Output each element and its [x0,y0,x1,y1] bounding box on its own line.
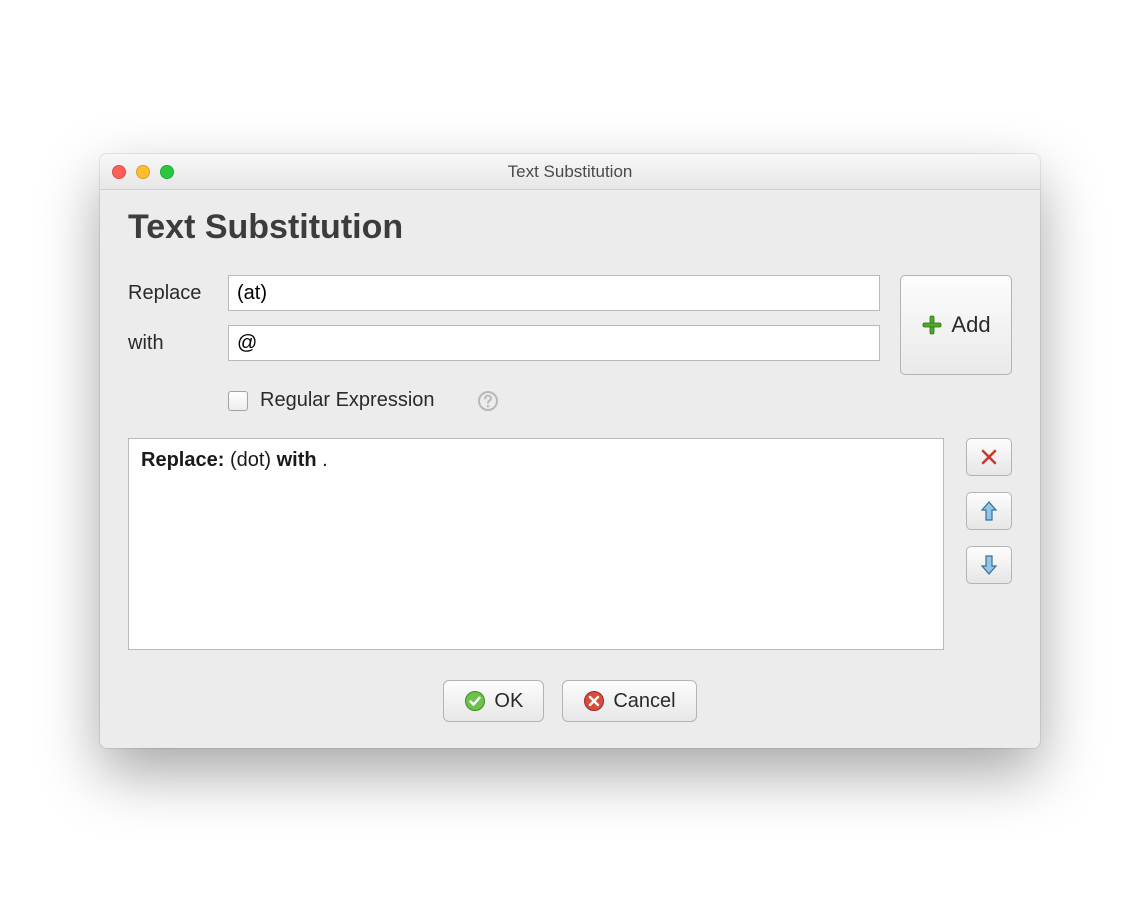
input-fields: Replace with [128,275,880,375]
rules-list[interactable]: Replace: (dot) with . [128,438,944,650]
close-icon [979,447,999,467]
rule-mid: with [277,449,323,471]
list-item[interactable]: Replace: (dot) with . [141,449,931,472]
arrow-down-icon [979,554,999,576]
dialog-window: Text Substitution Text Substitution Repl… [100,154,1040,748]
rule-prefix: Replace: [141,449,230,471]
regex-row: Regular Expression [228,389,1012,412]
window-controls [112,165,174,179]
add-button-label: Add [951,312,990,338]
rule-find: (dot) [230,449,277,471]
dialog-content: Text Substitution Replace with [100,190,1040,748]
replace-label: Replace [128,282,228,305]
cancel-button-label: Cancel [613,690,675,713]
check-circle-icon [464,690,486,712]
regex-label: Regular Expression [260,389,435,412]
with-input[interactable] [228,325,880,361]
ok-button[interactable]: OK [443,680,544,722]
with-label: with [128,332,228,355]
cancel-circle-icon [583,690,605,712]
close-window-button[interactable] [112,165,126,179]
regex-checkbox[interactable] [228,391,248,411]
move-up-button[interactable] [966,492,1012,530]
help-icon[interactable] [477,390,499,412]
replace-input[interactable] [228,275,880,311]
add-button[interactable]: Add [900,275,1012,375]
plus-icon [921,314,943,336]
list-side-buttons [966,438,1012,650]
with-row: with [128,325,880,361]
minimize-window-button[interactable] [136,165,150,179]
ok-button-label: OK [494,690,523,713]
arrow-up-icon [979,500,999,522]
delete-button[interactable] [966,438,1012,476]
titlebar: Text Substitution [100,154,1040,190]
move-down-button[interactable] [966,546,1012,584]
window-title: Text Substitution [100,162,1040,182]
footer-buttons: OK Cancel [128,680,1012,722]
cancel-button[interactable]: Cancel [562,680,696,722]
zoom-window-button[interactable] [160,165,174,179]
replace-row: Replace [128,275,880,311]
form-area: Replace with Add [128,275,1012,375]
rule-replace: . [322,449,328,471]
page-title: Text Substitution [128,208,1012,247]
list-area: Replace: (dot) with . [128,438,1012,650]
